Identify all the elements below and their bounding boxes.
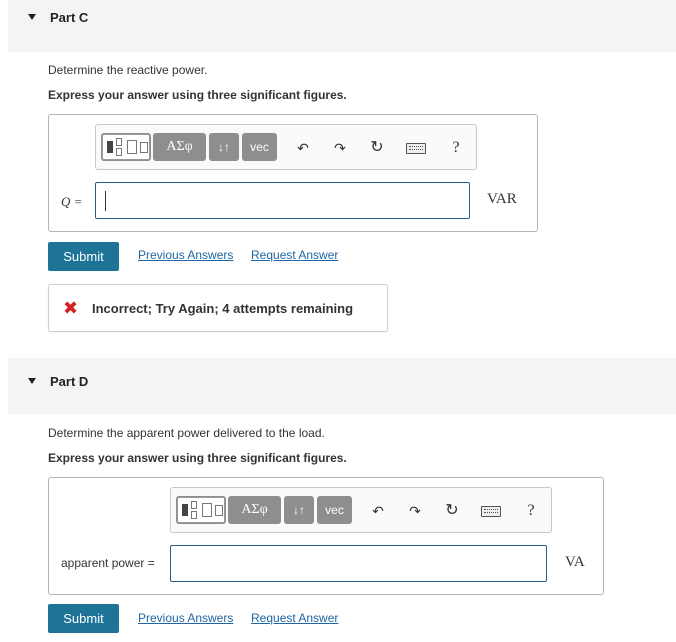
templates-icon[interactable] xyxy=(177,497,225,523)
part-d-answer-input[interactable] xyxy=(170,545,547,582)
keyboard-icon[interactable] xyxy=(481,506,501,517)
greek-button[interactable]: ΑΣφ xyxy=(153,133,206,161)
templates-icon[interactable] xyxy=(102,134,150,160)
help-icon[interactable]: ? xyxy=(445,137,467,159)
reset-icon[interactable]: ↻ xyxy=(441,500,463,522)
redo-icon[interactable]: ↷ xyxy=(404,500,426,522)
unit-label: VA xyxy=(565,554,585,570)
part-c-header[interactable]: Part C xyxy=(8,0,676,52)
variable-label: Q = xyxy=(61,194,83,209)
part-d-math-toolbar: ΑΣφ ↓↑ vec ↶ ↷ ↻ ? xyxy=(170,487,552,533)
part-c-math-toolbar: ΑΣφ ↓↑ vec ↶ ↷ ↻ ? xyxy=(95,124,477,170)
part-d-instruction: Express your answer using three signific… xyxy=(48,451,347,465)
part-c-title: Part C xyxy=(50,10,89,25)
part-d-question: Determine the apparent power delivered t… xyxy=(48,426,325,440)
text-caret xyxy=(105,191,106,211)
part-c-submit-button[interactable]: Submit xyxy=(48,242,119,271)
part-c-request-answer-link[interactable]: Request Answer xyxy=(251,248,338,262)
collapse-arrow-icon[interactable] xyxy=(28,378,36,384)
help-icon[interactable]: ? xyxy=(520,500,542,522)
part-d-title: Part D xyxy=(50,374,89,389)
sort-button[interactable]: ↓↑ xyxy=(209,133,239,161)
part-d-submit-button[interactable]: Submit xyxy=(48,604,119,633)
part-c-previous-answers-link[interactable]: Previous Answers xyxy=(138,248,233,262)
part-c-answer-box: ΑΣφ ↓↑ vec ↶ ↷ ↻ ? Q = VAR xyxy=(48,114,538,232)
templates-group[interactable] xyxy=(101,133,151,161)
feedback-text: Incorrect; Try Again; 4 attempts remaini… xyxy=(92,301,354,316)
undo-icon[interactable]: ↶ xyxy=(367,500,389,522)
part-c-question: Determine the reactive power. xyxy=(48,63,208,77)
part-c-instruction: Express your answer using three signific… xyxy=(48,88,347,102)
vec-button[interactable]: vec xyxy=(242,133,277,161)
part-c-answer-input[interactable] xyxy=(95,182,470,219)
feedback-box: ✖ Incorrect; Try Again; 4 attempts remai… xyxy=(48,284,388,332)
unit-label: VAR xyxy=(487,191,517,207)
templates-group[interactable] xyxy=(176,496,226,524)
greek-button[interactable]: ΑΣφ xyxy=(228,496,281,524)
undo-icon[interactable]: ↶ xyxy=(292,137,314,159)
sort-button[interactable]: ↓↑ xyxy=(284,496,314,524)
incorrect-x-icon: ✖ xyxy=(63,298,79,318)
vec-button[interactable]: vec xyxy=(317,496,352,524)
collapse-arrow-icon[interactable] xyxy=(28,14,36,20)
reset-icon[interactable]: ↻ xyxy=(366,137,388,159)
keyboard-icon[interactable] xyxy=(406,143,426,154)
part-d-answer-box: ΑΣφ ↓↑ vec ↶ ↷ ↻ ? apparent power = VA xyxy=(48,477,604,595)
part-d-header[interactable]: Part D xyxy=(8,358,676,414)
part-d-previous-answers-link[interactable]: Previous Answers xyxy=(138,611,233,625)
part-d-request-answer-link[interactable]: Request Answer xyxy=(251,611,338,625)
redo-icon[interactable]: ↷ xyxy=(329,137,351,159)
variable-label: apparent power = xyxy=(61,556,155,570)
